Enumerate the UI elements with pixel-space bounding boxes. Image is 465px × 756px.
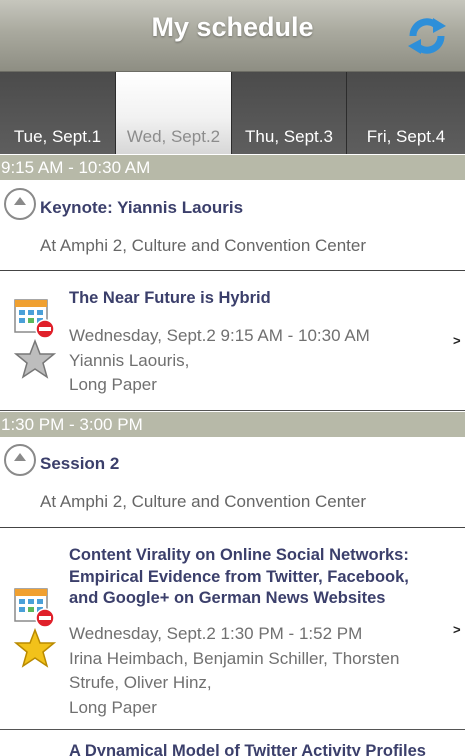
session-location: At Amphi 2, Culture and Convention Cente… [40, 492, 367, 511]
talk-title-partial[interactable]: A Dynamical Model of Twitter Activity Pr… [69, 742, 426, 756]
talk-details: Wednesday, Sept.2 1:30 PM - 1:52 PM Irin… [69, 622, 445, 720]
time-slot-header: 1:30 PM - 3:00 PM [0, 412, 465, 437]
tab-thu-sept-3[interactable]: Thu, Sept.3 [232, 72, 347, 154]
talk-details: Wednesday, Sept.2 9:15 AM - 10:30 AM Yia… [69, 324, 445, 398]
talk-time: Wednesday, Sept.2 1:30 PM - 1:52 PM [69, 624, 363, 643]
session-location: At Amphi 2, Culture and Convention Cente… [40, 236, 367, 255]
talk-authors: Yiannis Laouris, [69, 350, 190, 370]
talk-row[interactable]: Content Virality on Online Social Networ… [0, 528, 465, 730]
session-title: Session 2 [40, 454, 120, 473]
app-header: My schedule [0, 0, 465, 72]
star-icon[interactable] [14, 339, 56, 379]
talk-title: The Near Future is Hybrid [69, 289, 271, 307]
talk-row[interactable]: The Near Future is Hybrid Wednesday, Sep… [0, 271, 465, 411]
calendar-remove-icon[interactable] [14, 297, 56, 341]
page-title: My schedule [151, 12, 314, 42]
day-tabs: Tue, Sept.1 Wed, Sept.2 Thu, Sept.3 Fri,… [0, 72, 465, 154]
collapse-icon[interactable] [4, 444, 36, 476]
talk-title: Content Virality on Online Social Networ… [69, 546, 409, 607]
collapse-icon[interactable] [4, 188, 36, 220]
calendar-remove-icon[interactable] [14, 586, 56, 630]
session-group-row[interactable]: Session 2 At Amphi 2, Culture and Conven… [0, 437, 465, 528]
talk-time: Wednesday, Sept.2 9:15 AM - 10:30 AM [69, 326, 370, 345]
tab-label: Wed, Sept.2 [126, 127, 221, 146]
tab-label: Fri, Sept.4 [366, 127, 446, 146]
time-slot-header: 9:15 AM - 10:30 AM [0, 155, 465, 180]
talk-authors: Irina Heimbach, Benjamin Schiller, Thors… [69, 648, 400, 693]
chevron-right-icon: > [453, 333, 461, 348]
tab-tue-sept-1[interactable]: Tue, Sept.1 [0, 72, 116, 154]
talk-type: Long Paper [69, 697, 157, 717]
session-title: Keynote: Yiannis Laouris [40, 198, 244, 217]
refresh-icon[interactable] [404, 14, 450, 58]
chevron-right-icon: > [453, 622, 461, 637]
session-group-row[interactable]: Keynote: Yiannis Laouris At Amphi 2, Cul… [0, 180, 465, 271]
star-icon[interactable] [14, 628, 56, 668]
tab-label: Thu, Sept.3 [245, 127, 333, 146]
tab-label: Tue, Sept.1 [13, 127, 102, 146]
tab-wed-sept-2[interactable]: Wed, Sept.2 [116, 72, 232, 154]
talk-type: Long Paper [69, 375, 157, 394]
tab-fri-sept-4[interactable]: Fri, Sept.4 [347, 72, 465, 154]
